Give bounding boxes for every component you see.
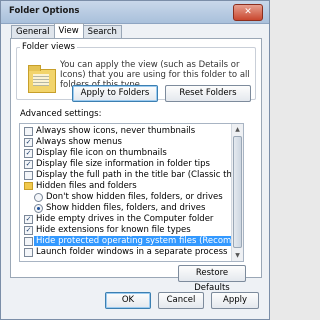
folder-icon bbox=[24, 182, 33, 190]
checkbox[interactable]: ✓ bbox=[24, 149, 33, 158]
setting-label: Hide extensions for known file types bbox=[36, 225, 191, 235]
tab-search[interactable]: Search bbox=[82, 25, 122, 38]
tab-general[interactable]: General bbox=[11, 25, 55, 38]
setting-hide-protected-os-files[interactable]: Hide protected operating system files (R… bbox=[20, 236, 243, 246]
checkbox[interactable]: ✓ bbox=[24, 215, 33, 224]
checkbox[interactable] bbox=[24, 127, 33, 136]
setting-label: Don't show hidden files, folders, or dri… bbox=[46, 192, 223, 202]
advanced-settings-group: Advanced settings: Always show icons, ne… bbox=[16, 109, 254, 293]
setting-file-icon-thumbnails[interactable]: ✓ Display file icon on thumbnails bbox=[20, 148, 227, 158]
checkbox[interactable]: ✓ bbox=[24, 138, 33, 147]
setting-hide-empty-drives[interactable]: ✓ Hide empty drives in the Computer fold… bbox=[20, 214, 227, 224]
tab-strip: General View Search bbox=[11, 23, 122, 39]
setting-label: Always show icons, never thumbnails bbox=[36, 126, 196, 136]
checkbox[interactable]: ✓ bbox=[24, 226, 33, 235]
advanced-settings-list[interactable]: Always show icons, never thumbnails ✓ Al… bbox=[19, 123, 244, 262]
setting-label: Hide protected operating system files (R… bbox=[34, 236, 243, 246]
checkbox[interactable] bbox=[24, 248, 33, 257]
title-bar[interactable]: Folder Options ✕ bbox=[1, 1, 269, 24]
setting-always-show-menus[interactable]: ✓ Always show menus bbox=[20, 137, 227, 147]
setting-label: Show hidden files, folders, and drives bbox=[46, 203, 206, 213]
setting-show-hidden[interactable]: Show hidden files, folders, and drives bbox=[20, 203, 227, 213]
apply-button[interactable]: Apply bbox=[211, 292, 259, 309]
setting-hide-extensions[interactable]: ✓ Hide extensions for known file types bbox=[20, 225, 227, 235]
view-tab-panel: Folder views You can apply the view (suc… bbox=[10, 38, 262, 293]
folder-views-group: Folder views You can apply the view (suc… bbox=[16, 42, 256, 102]
setting-label: Always show menus bbox=[36, 137, 122, 147]
close-button[interactable]: ✕ bbox=[233, 4, 263, 21]
window-title: Folder Options bbox=[9, 6, 80, 16]
tab-view[interactable]: View bbox=[53, 23, 84, 38]
setting-label: Hide empty drives in the Computer folder bbox=[36, 214, 214, 224]
radio-button[interactable] bbox=[34, 193, 43, 202]
setting-label: Display the full path in the title bar (… bbox=[36, 170, 243, 180]
setting-label: Display file size information in folder … bbox=[36, 159, 210, 169]
vertical-scrollbar[interactable]: ▲ ▼ bbox=[231, 124, 243, 261]
checkbox[interactable] bbox=[24, 171, 33, 180]
folder-views-legend: Folder views bbox=[22, 42, 75, 52]
setting-dont-show-hidden[interactable]: Don't show hidden files, folders, or dri… bbox=[20, 192, 227, 202]
scroll-down-icon[interactable]: ▼ bbox=[232, 250, 243, 261]
setting-label: Display file icon on thumbnails bbox=[36, 148, 167, 158]
checkbox[interactable] bbox=[24, 237, 33, 246]
setting-label: Launch folder windows in a separate proc… bbox=[36, 247, 228, 257]
setting-file-size-tips[interactable]: ✓ Display file size information in folde… bbox=[20, 159, 227, 169]
setting-launch-separate-process[interactable]: Launch folder windows in a separate proc… bbox=[20, 247, 228, 257]
setting-label: Hidden files and folders bbox=[36, 181, 137, 191]
cancel-button[interactable]: Cancel bbox=[158, 292, 204, 309]
ok-button[interactable]: OK bbox=[105, 292, 151, 309]
setting-always-show-icons[interactable]: Always show icons, never thumbnails bbox=[20, 126, 227, 136]
radio-button[interactable] bbox=[34, 204, 43, 213]
scrollbar-thumb[interactable] bbox=[233, 136, 242, 248]
advanced-settings-label: Advanced settings: bbox=[20, 109, 102, 119]
restore-defaults-button[interactable]: Restore Defaults bbox=[178, 265, 246, 293]
scroll-up-icon[interactable]: ▲ bbox=[232, 124, 243, 135]
checkbox[interactable]: ✓ bbox=[24, 160, 33, 169]
reset-folders-button[interactable]: Reset Folders bbox=[165, 85, 251, 102]
setting-hidden-files-header: Hidden files and folders bbox=[20, 181, 227, 191]
folder-views-icon bbox=[28, 65, 56, 93]
folder-options-window: Folder Options ✕ General View Search Fol… bbox=[0, 0, 270, 320]
apply-to-folders-button[interactable]: Apply to Folders bbox=[72, 85, 158, 102]
setting-full-path-title[interactable]: Display the full path in the title bar (… bbox=[20, 170, 243, 180]
